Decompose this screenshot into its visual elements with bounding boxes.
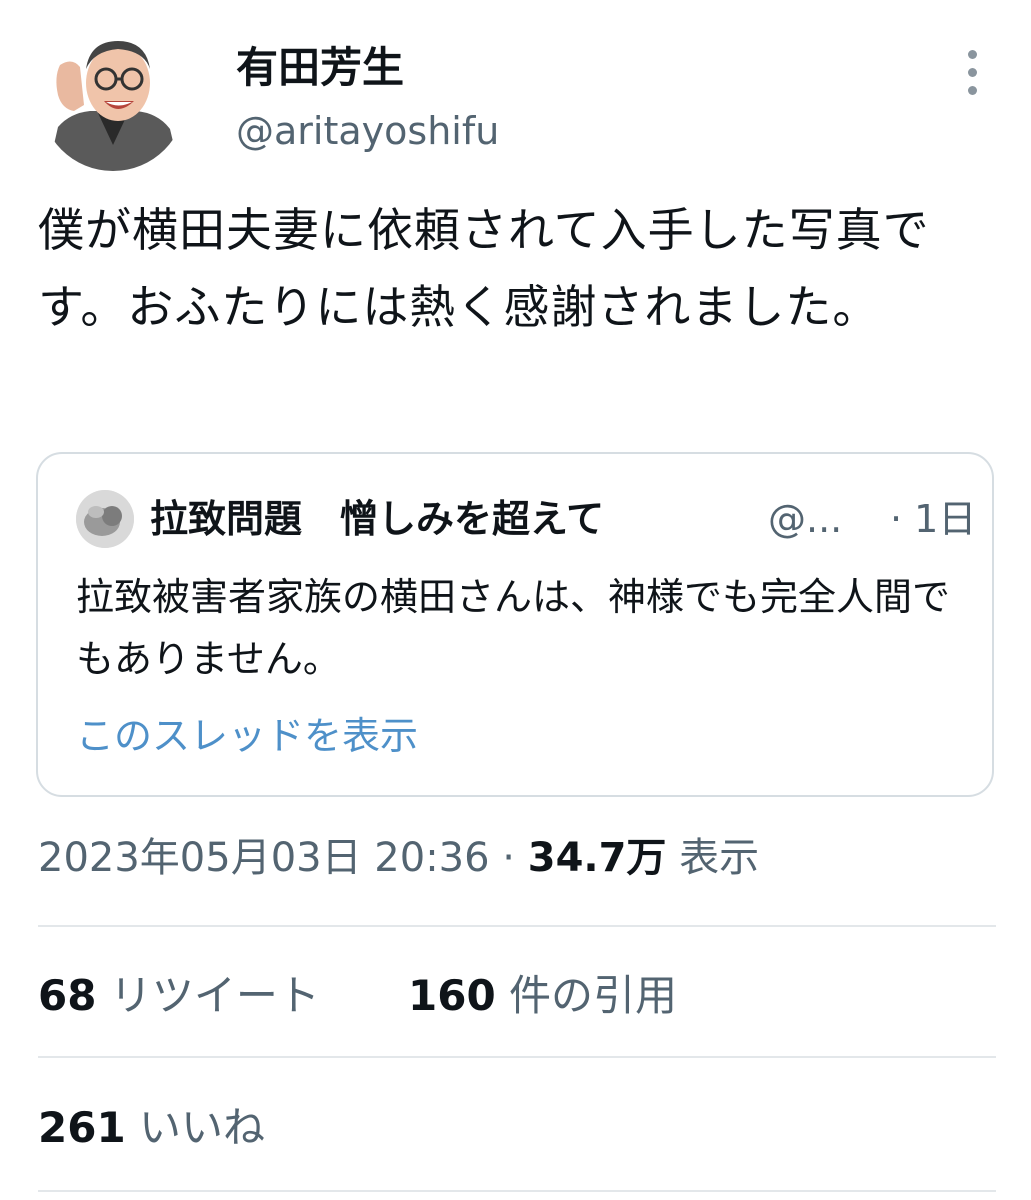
views-count: 34.7万 bbox=[527, 835, 667, 881]
divider bbox=[38, 925, 996, 927]
tweet-meta: 2023年05月03日 20:36 · 34.7万 表示 bbox=[38, 826, 759, 890]
likes-stat[interactable]: 261 いいね bbox=[38, 1098, 265, 1158]
show-thread-link[interactable]: このスレッドを表示 bbox=[76, 708, 418, 764]
quote-text: 拉致被害者家族の横田さんは、神様でも完全人間でもありません。 bbox=[76, 575, 951, 681]
quotes-label: 件の引用 bbox=[509, 971, 678, 1020]
retweets-label: リツイート bbox=[109, 971, 320, 1020]
retweets-count: 68 bbox=[38, 971, 97, 1020]
divider bbox=[38, 1056, 996, 1058]
author-display-name[interactable]: 有田芳生 bbox=[236, 38, 404, 98]
quote-tweet-card[interactable]: 拉致問題 憎しみを超えて @... · 1日 拉致被害者家族の横田さんは、神様で… bbox=[36, 452, 994, 797]
divider bbox=[38, 1190, 996, 1192]
quote-avatar[interactable] bbox=[76, 490, 134, 548]
likes-count: 261 bbox=[38, 1103, 126, 1152]
quote-timestamp[interactable]: · 1日 bbox=[890, 491, 976, 547]
more-options-icon[interactable] bbox=[958, 42, 988, 102]
author-avatar[interactable] bbox=[40, 25, 186, 171]
likes-label: いいね bbox=[139, 1103, 266, 1152]
tweet-timestamp[interactable]: 2023年05月03日 20:36 · bbox=[38, 835, 515, 881]
quotes-stat[interactable]: 160 件の引用 bbox=[408, 966, 677, 1026]
tweet-text: 僕が横田夫妻に依頼されて入手した写真です。おふたりには熱く感謝されました。 bbox=[38, 203, 930, 334]
retweets-stat[interactable]: 68 リツイート bbox=[38, 966, 320, 1026]
quote-display-name[interactable]: 拉致問題 憎しみを超えて bbox=[150, 491, 604, 547]
author-handle[interactable]: @aritayoshifu bbox=[236, 106, 499, 156]
quote-handle[interactable]: @... bbox=[768, 491, 842, 547]
views-label: 表示 bbox=[679, 835, 760, 881]
quotes-count: 160 bbox=[408, 971, 496, 1020]
